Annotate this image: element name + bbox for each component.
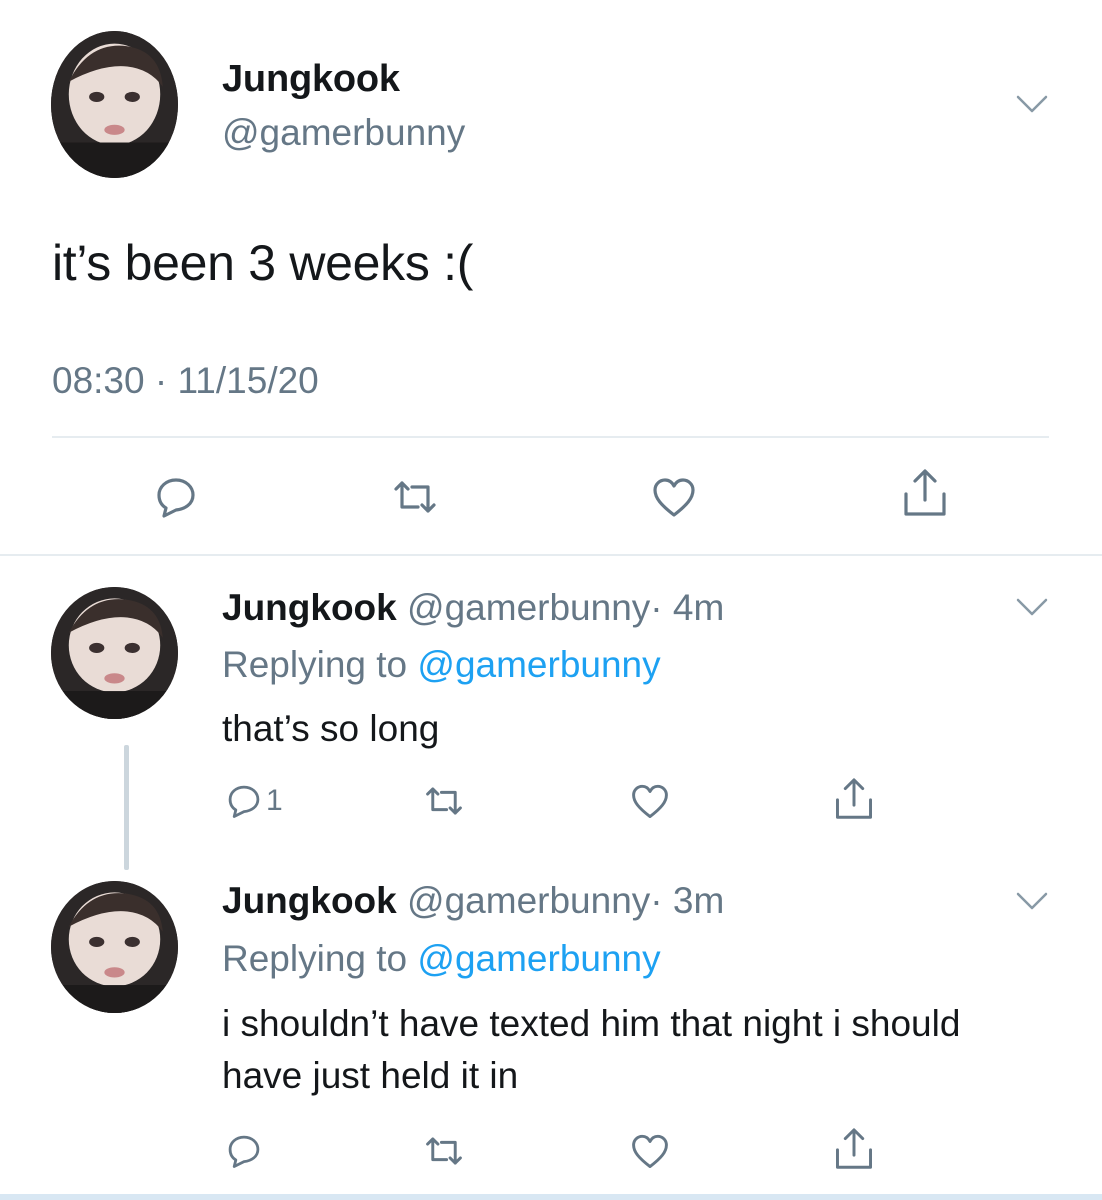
share-icon	[836, 1128, 872, 1169]
bottom-edge	[0, 1194, 1102, 1200]
avatar[interactable]	[51, 881, 178, 1013]
section-divider	[0, 554, 1102, 556]
like-button[interactable]	[651, 474, 697, 520]
retweet-button[interactable]	[424, 1128, 464, 1174]
share-icon	[836, 778, 872, 819]
avatar[interactable]	[51, 587, 178, 719]
reply-header: Jungkook @gamerbunny· 3m	[222, 880, 724, 922]
retweet-icon	[394, 481, 436, 513]
tweet-text: it’s been 3 weeks :(	[52, 235, 474, 291]
reply-time: · 4m	[650, 587, 725, 628]
share-button[interactable]	[834, 776, 874, 822]
reply-text: that’s so long	[222, 708, 440, 749]
retweet-button[interactable]	[392, 474, 438, 520]
retweet-button[interactable]	[424, 778, 464, 824]
chevron-down-icon[interactable]	[1016, 891, 1048, 911]
like-button[interactable]	[630, 778, 670, 824]
chevron-down-icon[interactable]	[1016, 94, 1048, 114]
divider	[52, 436, 1049, 438]
share-icon	[904, 469, 946, 516]
author-name[interactable]: Jungkook	[222, 587, 397, 628]
thread-connector	[124, 745, 129, 870]
tweet-timestamp: 08:30 · 11/15/20	[52, 360, 319, 401]
share-button[interactable]	[902, 469, 948, 516]
retweet-icon	[426, 787, 462, 815]
author-handle[interactable]: @gamerbunny	[222, 112, 465, 154]
author-name[interactable]: Jungkook	[222, 880, 397, 921]
replying-to: Replying to @gamerbunny	[222, 938, 661, 980]
reply-icon	[228, 785, 260, 818]
chevron-down-icon[interactable]	[1016, 597, 1048, 617]
replying-to-link[interactable]: @gamerbunny	[417, 644, 660, 685]
author-handle[interactable]: @gamerbunny	[407, 587, 650, 628]
reply-button[interactable]	[226, 1128, 266, 1174]
reply-button[interactable]	[154, 474, 198, 520]
like-icon	[653, 478, 695, 517]
replying-label: Replying to	[222, 644, 408, 685]
author-name[interactable]: Jungkook	[222, 58, 400, 101]
reply-icon	[228, 1135, 260, 1168]
like-icon	[632, 784, 668, 819]
replying-to-link[interactable]: @gamerbunny	[417, 938, 660, 979]
retweet-icon	[426, 1137, 462, 1165]
reply-button[interactable]: 1	[226, 778, 283, 824]
reply-time: · 3m	[650, 880, 725, 921]
reply-header: Jungkook @gamerbunny· 4m	[222, 587, 724, 629]
replying-label: Replying to	[222, 938, 408, 979]
like-icon	[632, 1134, 668, 1169]
replying-to: Replying to @gamerbunny	[222, 644, 661, 686]
like-button[interactable]	[630, 1128, 670, 1174]
author-handle[interactable]: @gamerbunny	[407, 880, 650, 921]
reply-count: 1	[266, 784, 283, 817]
reply-text: i shouldn’t have texted him that night i…	[222, 1003, 961, 1096]
share-button[interactable]	[834, 1126, 874, 1172]
avatar[interactable]	[51, 31, 178, 178]
reply-icon	[157, 478, 195, 518]
